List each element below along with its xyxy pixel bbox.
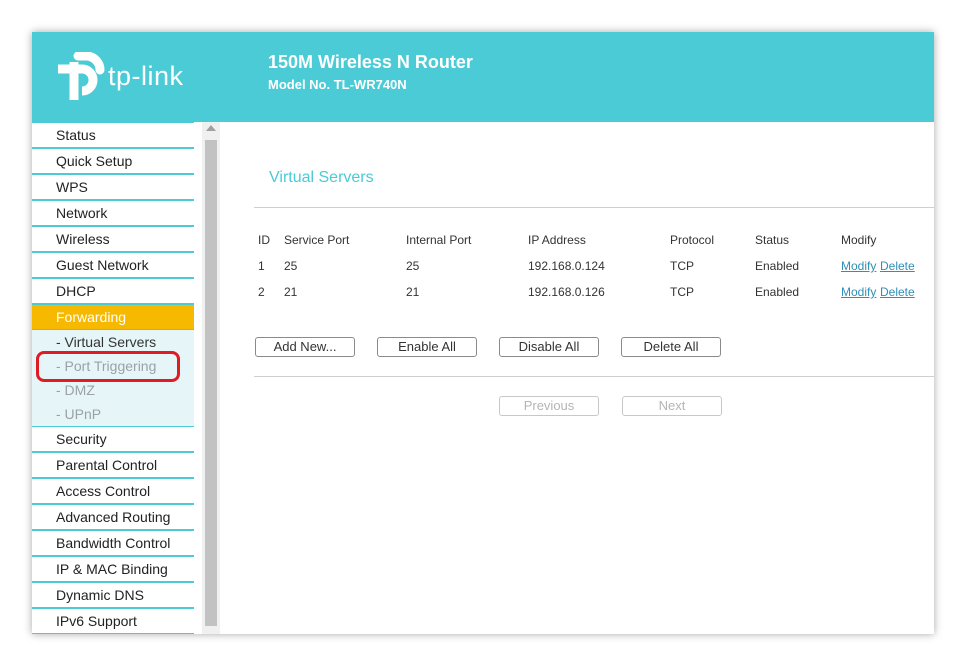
sidebar-scrollbar[interactable] bbox=[202, 122, 220, 634]
next-button[interactable]: Next bbox=[622, 396, 722, 416]
modify-link[interactable]: Modify bbox=[841, 282, 876, 302]
add-new-button[interactable]: Add New... bbox=[255, 337, 355, 357]
tp-link-logo-icon bbox=[58, 52, 105, 100]
submenu-upnp[interactable]: - UPnP bbox=[32, 402, 194, 426]
previous-button[interactable]: Previous bbox=[499, 396, 599, 416]
column-header-ip-address: IP Address bbox=[528, 233, 586, 247]
cell-internal-port: 21 bbox=[406, 285, 420, 299]
sidebar-item-dhcp[interactable]: DHCP bbox=[32, 279, 194, 303]
cell-service-port: 21 bbox=[284, 285, 298, 299]
annotation-highlight-oval bbox=[36, 351, 180, 382]
divider bbox=[254, 207, 934, 208]
table-header-row: ID Service Port Internal Port IP Address… bbox=[220, 230, 934, 250]
cell-ip-address: 192.168.0.126 bbox=[528, 285, 605, 299]
router-model: Model No. TL-WR740N bbox=[268, 77, 407, 92]
sidebar-item-forwarding[interactable]: Forwarding bbox=[32, 305, 194, 329]
router-title: 150M Wireless N Router bbox=[268, 52, 473, 72]
main-content: Virtual Servers ID Service Port Internal… bbox=[220, 122, 934, 634]
scrollbar-thumb[interactable] bbox=[205, 140, 217, 626]
table-row: 1 25 25 192.168.0.124 TCP Enabled Modify… bbox=[220, 256, 934, 276]
column-header-service-port: Service Port bbox=[284, 233, 350, 247]
column-header-modify: Modify bbox=[841, 233, 877, 247]
cell-ip-address: 192.168.0.124 bbox=[528, 259, 605, 273]
scroll-up-icon[interactable] bbox=[206, 125, 216, 131]
cell-protocol: TCP bbox=[670, 285, 694, 299]
tp-link-logo: tp-link bbox=[56, 52, 192, 104]
sidebar-item-ip-mac-binding[interactable]: IP & MAC Binding bbox=[32, 557, 194, 581]
sidebar-item-dynamic-dns[interactable]: Dynamic DNS bbox=[32, 583, 194, 607]
header-bar: tp-link 150M Wireless N Router Model No.… bbox=[32, 32, 934, 122]
cell-status: Enabled bbox=[755, 285, 800, 299]
delete-link[interactable]: Delete bbox=[880, 256, 915, 276]
cell-protocol: TCP bbox=[670, 259, 694, 273]
enable-all-button[interactable]: Enable All bbox=[377, 337, 477, 357]
cell-id: 2 bbox=[258, 285, 265, 299]
column-header-status: Status bbox=[755, 233, 790, 247]
sidebar-item-security[interactable]: Security bbox=[32, 427, 194, 451]
sidebar-item-parental-control[interactable]: Parental Control bbox=[32, 453, 194, 477]
sidebar-item-quick-setup[interactable]: Quick Setup bbox=[32, 149, 194, 173]
logo-text: tp-link bbox=[108, 61, 184, 91]
modify-link[interactable]: Modify bbox=[841, 256, 876, 276]
sidebar-item-status[interactable]: Status bbox=[32, 123, 194, 147]
disable-all-button[interactable]: Disable All bbox=[499, 337, 599, 357]
sidebar-item-network[interactable]: Network bbox=[32, 201, 194, 225]
cell-internal-port: 25 bbox=[406, 259, 420, 273]
sidebar-item-guest-network[interactable]: Guest Network bbox=[32, 253, 194, 277]
sidebar-menu: Status Quick Setup WPS Network Wireless … bbox=[32, 122, 194, 634]
column-header-id: ID bbox=[258, 233, 270, 247]
column-header-protocol: Protocol bbox=[670, 233, 715, 247]
column-header-internal-port: Internal Port bbox=[406, 233, 472, 247]
cell-id: 1 bbox=[258, 259, 265, 273]
delete-all-button[interactable]: Delete All bbox=[621, 337, 721, 357]
sidebar-item-bandwidth-control[interactable]: Bandwidth Control bbox=[32, 531, 194, 555]
sidebar-item-wps[interactable]: WPS bbox=[32, 175, 194, 199]
delete-link[interactable]: Delete bbox=[880, 282, 915, 302]
cell-service-port: 25 bbox=[284, 259, 298, 273]
sidebar-item-ipv6-support[interactable]: IPv6 Support bbox=[32, 609, 194, 633]
cell-status: Enabled bbox=[755, 259, 800, 273]
table-row: 2 21 21 192.168.0.126 TCP Enabled Modify… bbox=[220, 282, 934, 302]
page-title: Virtual Servers bbox=[269, 169, 374, 186]
divider bbox=[254, 376, 934, 377]
router-admin-window: tp-link 150M Wireless N Router Model No.… bbox=[32, 32, 934, 634]
sidebar-item-access-control[interactable]: Access Control bbox=[32, 479, 194, 503]
sidebar-item-wireless[interactable]: Wireless bbox=[32, 227, 194, 251]
sidebar-item-advanced-routing[interactable]: Advanced Routing bbox=[32, 505, 194, 529]
